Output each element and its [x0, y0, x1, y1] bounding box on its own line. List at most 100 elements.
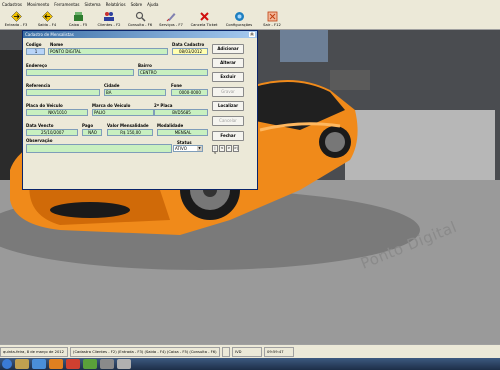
close-icon: [198, 11, 210, 22]
taskbar-app3-icon[interactable]: [100, 359, 114, 369]
saida-label: Saída - F4: [37, 22, 57, 27]
taskbar-media-icon[interactable]: [49, 359, 63, 369]
status-bar: quinta-feira, 8 de março de 2012 (Cadast…: [0, 344, 500, 358]
pago-field[interactable]: NÃO: [82, 129, 102, 136]
codigo-label: Codigo: [26, 42, 42, 47]
bairro-label: Bairro: [138, 63, 152, 68]
nav-prev-button[interactable]: <: [219, 145, 225, 152]
cancela-ticket-button[interactable]: Cancela Ticket: [187, 8, 221, 29]
fechar-button[interactable]: Fechar: [212, 131, 244, 141]
taskbar-browser-icon[interactable]: [32, 359, 46, 369]
marca-label: Marca do Veiculo: [92, 103, 131, 108]
menu-movimento[interactable]: Movimento: [27, 2, 49, 7]
menu-sobre[interactable]: Sobre: [131, 2, 143, 7]
cancela-ticket-label: Cancela Ticket: [190, 22, 218, 27]
nav-first-button[interactable]: |<: [212, 145, 218, 155]
endereco-field[interactable]: [26, 69, 134, 76]
chevron-down-icon[interactable]: ▼: [197, 146, 202, 151]
arrow-right-icon: [10, 10, 22, 22]
modalidade-field[interactable]: MENSAL: [157, 129, 208, 136]
data-vencto-label: Data Vencto: [26, 123, 54, 128]
observacao-label: Observação: [26, 138, 53, 143]
placa-field[interactable]: NKV1010: [26, 109, 88, 116]
status-select[interactable]: ATIVO ▼: [173, 145, 203, 152]
observacao-field[interactable]: [26, 144, 172, 153]
taskbar-app-icon[interactable]: [66, 359, 80, 369]
excluir-button[interactable]: Excluir: [212, 72, 244, 82]
placa-label: Placa do Veiculo: [26, 103, 63, 108]
toolbar: Entrada - F3 Saída - F4 Caixa - F5 Clien…: [0, 8, 500, 30]
entrada-button[interactable]: Entrada - F3: [1, 8, 31, 29]
window-title: Cadastro de Mensalistas: [25, 32, 74, 37]
exit-icon: [266, 11, 278, 22]
status-shortcuts: (Cadastra Clientes - F2) (Entrada - F3) …: [70, 346, 220, 357]
sair-button[interactable]: Sair - F12: [257, 8, 287, 29]
placa2-label: 2ª Placa: [154, 103, 173, 108]
servicos-button[interactable]: Serviços - F7: [156, 8, 186, 29]
services-icon: [165, 11, 177, 22]
mensalistas-window: Cadastro de Mensalistas X Codigo 1 Nome …: [22, 30, 258, 190]
sair-label: Sair - F12: [263, 22, 281, 27]
placa2-field[interactable]: BVD5685: [154, 109, 208, 116]
valor-label: Valor Mensalidade: [107, 123, 149, 128]
adicionar-button[interactable]: Adicionar: [212, 44, 244, 54]
start-icon[interactable]: [2, 359, 12, 369]
referencia-field[interactable]: [26, 89, 100, 96]
fone-field[interactable]: 0000-0000: [171, 89, 208, 96]
servicos-label: Serviços - F7: [159, 22, 183, 27]
configuracoes-label: Configurações: [225, 22, 253, 27]
fone-label: Fone: [171, 83, 182, 88]
bairro-field[interactable]: CENTRO: [138, 69, 208, 76]
settings-icon: [233, 11, 245, 22]
menu-ferramentas[interactable]: Ferramentas: [54, 2, 79, 7]
data-cadastro-field[interactable]: 08/03/2012: [172, 48, 208, 55]
entrada-label: Entrada - F3: [4, 22, 28, 27]
marca-field[interactable]: PALIO: [92, 109, 154, 116]
search-icon: [134, 11, 146, 22]
status-spacer: [222, 346, 230, 357]
cash-register-icon: [72, 11, 84, 22]
referencia-label: Referencia: [26, 83, 51, 88]
window-titlebar: Cadastro de Mensalistas X: [23, 31, 257, 38]
window-close-button[interactable]: X: [249, 32, 255, 37]
nome-field[interactable]: PONTO DIGITAL: [48, 48, 168, 55]
status-indicator: IVD: [232, 346, 262, 357]
cidade-field[interactable]: BA: [104, 89, 166, 96]
saida-button[interactable]: Saída - F4: [32, 8, 62, 29]
nome-label: Nome: [50, 42, 63, 47]
taskbar-folder-icon[interactable]: [15, 359, 29, 369]
taskbar-app2-icon[interactable]: [83, 359, 97, 369]
alterar-button[interactable]: Alterar: [212, 58, 244, 68]
caixa-button[interactable]: Caixa - F5: [63, 8, 93, 29]
menu-bar: Cadastros Movimento Ferramentas Sistema …: [0, 0, 500, 8]
clients-icon: [103, 11, 115, 22]
menu-relatorios[interactable]: Relatórios: [106, 2, 126, 7]
pago-label: Pago: [82, 123, 94, 128]
cidade-label: Cidade: [104, 83, 120, 88]
modalidade-label: Modalidade: [157, 123, 184, 128]
valor-field[interactable]: R$ 150,00: [107, 129, 153, 136]
data-cadastro-label: Data Cadastro: [172, 42, 205, 47]
menu-cadastros[interactable]: Cadastros: [2, 2, 22, 7]
codigo-field[interactable]: 1: [26, 48, 45, 55]
arrow-left-icon: [41, 10, 53, 22]
taskbar-app4-icon[interactable]: [117, 359, 131, 369]
status-value: ATIVO: [175, 146, 187, 151]
clientes-label: Clientes - F2: [97, 22, 121, 27]
gravar-button[interactable]: Gravar: [212, 87, 244, 97]
nav-last-button[interactable]: >|: [233, 145, 239, 152]
menu-sistema[interactable]: Sistema: [85, 2, 101, 7]
nav-next-button[interactable]: >: [226, 145, 232, 152]
clientes-button[interactable]: Clientes - F2: [94, 8, 124, 29]
status-date: quinta-feira, 8 de março de 2012: [0, 346, 68, 357]
menu-ajuda[interactable]: Ajuda: [147, 2, 158, 7]
consulta-label: Consulta - F6: [127, 22, 153, 27]
data-vencto-field[interactable]: 25/10/2007: [26, 129, 78, 136]
record-navigator: |< < > >|: [212, 145, 240, 155]
consulta-button[interactable]: Consulta - F6: [125, 8, 155, 29]
cancelar-button[interactable]: Cancelar: [212, 116, 244, 126]
caixa-label: Caixa - F5: [68, 22, 88, 27]
endereco-label: Endereço: [26, 63, 47, 68]
localizar-button[interactable]: Localizar: [212, 101, 244, 111]
configuracoes-button[interactable]: Configurações: [222, 8, 256, 29]
